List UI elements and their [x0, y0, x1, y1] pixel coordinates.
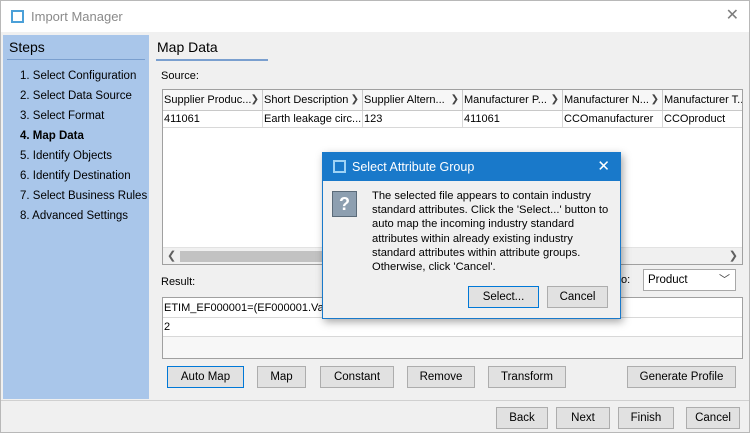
map-button[interactable]: Map — [257, 366, 306, 388]
window-icon — [333, 160, 346, 173]
chevron-right-icon: ❯ — [550, 94, 559, 105]
table-cell[interactable]: 123 — [363, 111, 463, 128]
finish-button[interactable]: Finish — [618, 407, 674, 429]
auto-map-button[interactable]: Auto Map — [167, 366, 244, 388]
column-header-label: Manufacturer N... — [564, 94, 649, 106]
table-row[interactable]: 411061 Earth leakage circ... 123 411061 … — [163, 111, 742, 128]
steps-list: 1. Select Configuration 2. Select Data S… — [20, 69, 147, 229]
source-label: Source: — [161, 70, 199, 82]
dialog-cancel-button[interactable]: Cancel — [547, 286, 608, 308]
dialog-title: Select Attribute Group — [352, 160, 475, 174]
step-item: 8. Advanced Settings — [20, 210, 129, 222]
step-item: 3. Select Format — [20, 110, 105, 122]
step-item: 7. Select Business Rules — [20, 190, 148, 202]
column-header-label: Supplier Altern... — [364, 94, 445, 106]
constant-button[interactable]: Constant — [320, 366, 394, 388]
dialog-message: The selected file appears to contain ind… — [372, 190, 609, 274]
dialog-title-bar: Select Attribute Group ✕ — [323, 153, 620, 181]
steps-title: Steps — [9, 39, 45, 55]
chevron-right-icon: ❯ — [650, 94, 659, 105]
column-header[interactable]: Manufacturer T... — [663, 90, 743, 111]
column-header-label: Short Description — [264, 94, 349, 106]
select-button[interactable]: Select... — [468, 286, 539, 308]
column-header-label: Manufacturer T... — [664, 94, 743, 106]
title-bar: Import Manager ✕ — [1, 1, 749, 32]
table-cell[interactable]: Earth leakage circ... — [263, 111, 363, 128]
table-cell[interactable]: CCOmanufacturer — [563, 111, 663, 128]
table-cell[interactable]: 411061 — [163, 111, 263, 128]
column-header[interactable]: Supplier Altern... ❯ — [363, 90, 463, 111]
chevron-right-icon: ❯ — [350, 94, 359, 105]
window-title: Import Manager — [31, 9, 123, 24]
page-title-underline — [156, 59, 268, 61]
chevron-right-icon[interactable]: ❯ — [729, 249, 738, 262]
step-item: 2. Select Data Source — [20, 90, 132, 102]
close-icon[interactable]: ✕ — [597, 157, 610, 175]
table-cell[interactable]: 411061 — [463, 111, 563, 128]
column-header[interactable]: Manufacturer N... ❯ — [563, 90, 663, 111]
import-manager-window: Import Manager ✕ Steps 1. Select Configu… — [0, 0, 750, 433]
list-item[interactable]: 2 — [163, 318, 742, 337]
select-attribute-group-dialog: Select Attribute Group ✕ ? The selected … — [322, 152, 621, 319]
table-cell[interactable]: CCOproduct — [663, 111, 742, 128]
step-item-active: 4. Map Data — [20, 130, 84, 142]
close-icon[interactable]: ✕ — [726, 7, 739, 25]
remove-button[interactable]: Remove — [407, 366, 475, 388]
chevron-left-icon[interactable]: ❮ — [167, 249, 176, 262]
column-header-label: Manufacturer P... — [464, 94, 547, 106]
target-select-value: Product — [648, 274, 688, 286]
steps-divider — [7, 59, 145, 60]
back-button[interactable]: Back — [496, 407, 548, 429]
page-title: Map Data — [157, 39, 218, 55]
window-icon — [11, 10, 24, 23]
step-item: 1. Select Configuration — [20, 70, 137, 82]
column-header[interactable]: Supplier Produc... ❯ — [163, 90, 263, 111]
column-header-label: Supplier Produc... — [164, 94, 252, 106]
target-select[interactable]: Product ﹀ — [643, 269, 736, 291]
chevron-down-icon: ﹀ — [719, 274, 730, 286]
question-icon: ? — [332, 191, 357, 217]
grid-header: Supplier Produc... ❯ Short Description ❯ S… — [163, 90, 743, 111]
step-item: 5. Identify Objects — [20, 150, 113, 162]
chevron-right-icon: ❯ — [250, 94, 259, 105]
footer-divider — [1, 400, 749, 401]
column-header[interactable]: Manufacturer P... ❯ — [463, 90, 563, 111]
generate-profile-button[interactable]: Generate Profile — [627, 366, 736, 388]
step-item: 6. Identify Destination — [20, 170, 131, 182]
result-label: Result: — [161, 276, 196, 288]
next-button[interactable]: Next — [556, 407, 610, 429]
transform-button[interactable]: Transform — [488, 366, 566, 388]
steps-panel: Steps 1. Select Configuration 2. Select … — [3, 35, 149, 399]
chevron-right-icon: ❯ — [450, 94, 459, 105]
cancel-button[interactable]: Cancel — [686, 407, 740, 429]
column-header[interactable]: Short Description ❯ — [263, 90, 363, 111]
